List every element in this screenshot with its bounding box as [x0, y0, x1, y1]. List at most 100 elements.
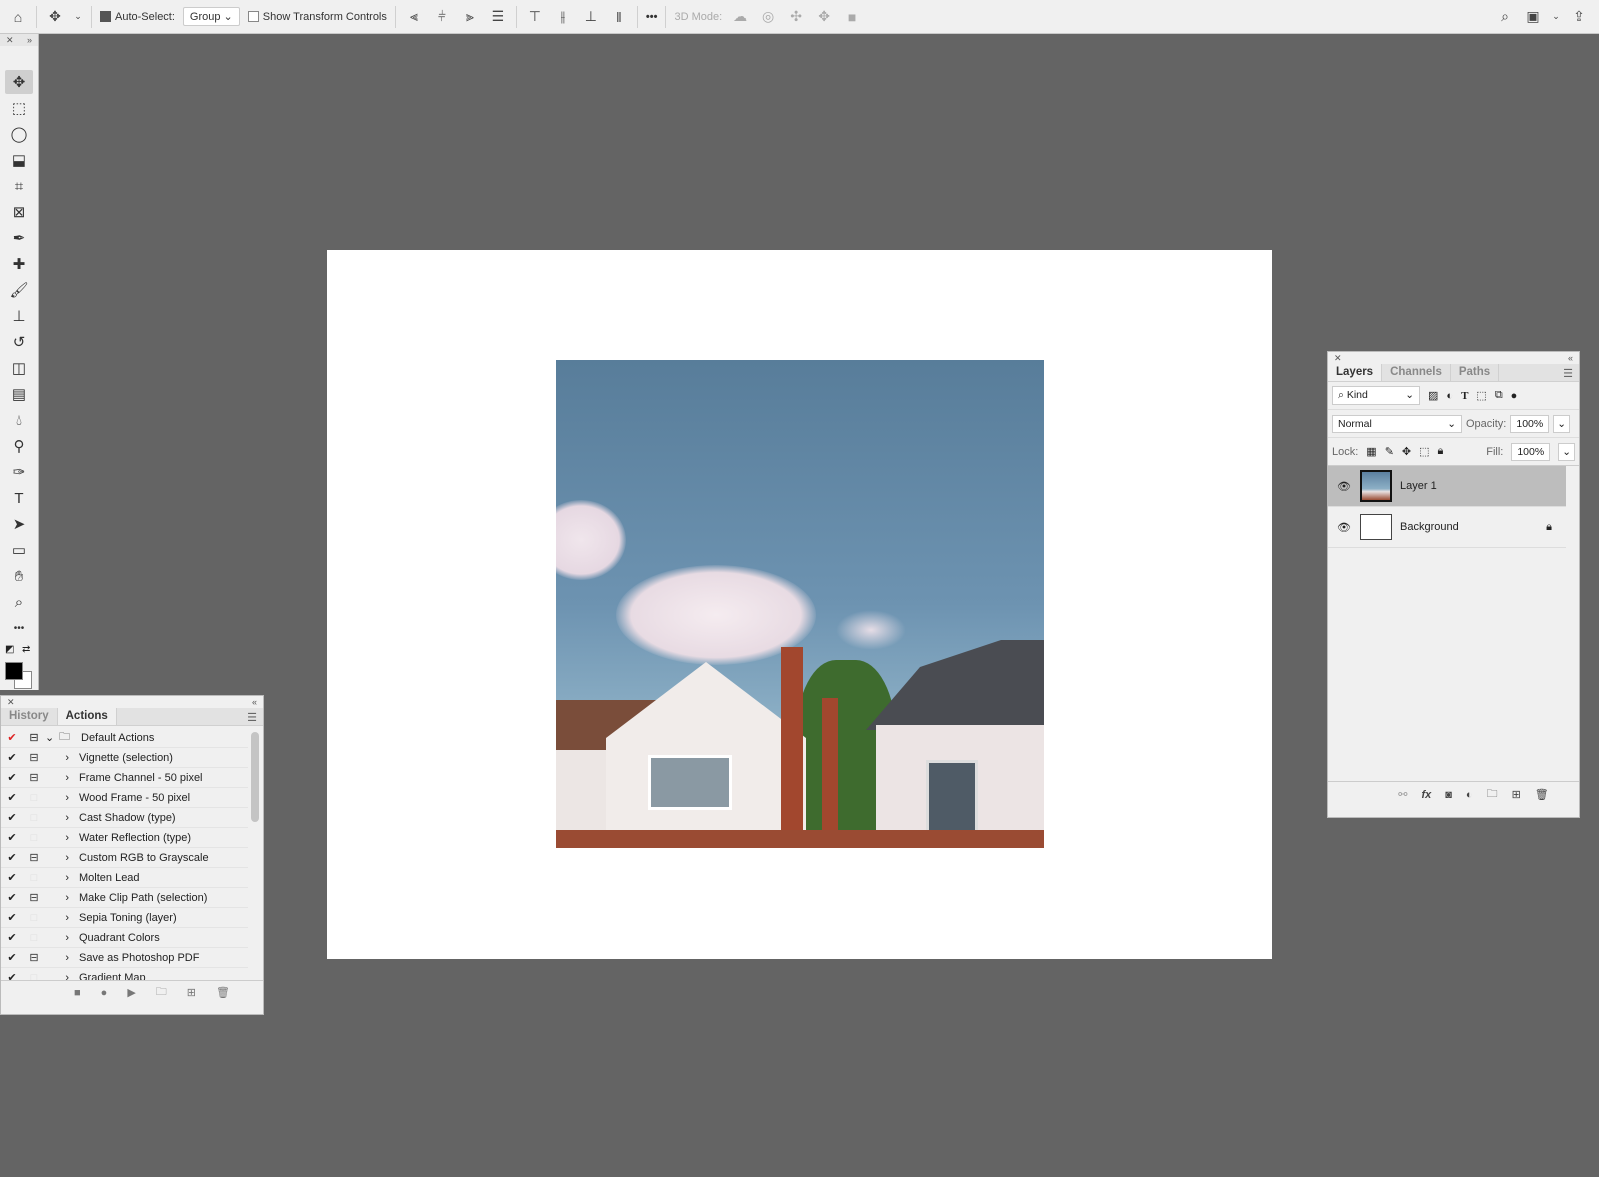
lock-brush-icon[interactable]: ✎ — [1385, 445, 1394, 458]
check-icon[interactable]: ✔ — [1, 931, 23, 944]
action-item[interactable]: ✔ ⊟ › Vignette (selection) — [1, 748, 248, 768]
opacity-input[interactable]: 100% — [1510, 414, 1550, 433]
check-icon[interactable]: ✔ — [1, 911, 23, 924]
chevron-right-icon[interactable]: › — [45, 932, 79, 944]
tab-channels[interactable]: Channels — [1382, 364, 1451, 381]
object-selection-tool-icon[interactable]: ⬓ — [5, 148, 33, 172]
close-icon[interactable]: ✕ — [1334, 352, 1342, 364]
crop-tool-icon[interactable]: ⌗ — [5, 174, 33, 198]
dialog-toggle-icon[interactable]: ⊟ — [23, 771, 45, 784]
tab-actions[interactable]: Actions — [57, 708, 117, 725]
collapse-icon[interactable]: « — [1568, 352, 1573, 364]
chevron-right-icon[interactable]: › — [45, 752, 79, 764]
lasso-tool-icon[interactable]: ◯ — [5, 122, 33, 146]
action-item[interactable]: ✔ ⊟ › Make Clip Path (selection) — [1, 888, 248, 908]
filter-type-icon[interactable]: T — [1461, 390, 1468, 402]
show-transform-checkbox[interactable]: Show Transform Controls — [247, 11, 387, 23]
chevron-right-icon[interactable]: › — [45, 852, 79, 864]
chevron-right-icon[interactable]: › — [45, 952, 79, 964]
auto-select-dropdown[interactable]: Group ⌄ — [182, 7, 240, 26]
chevron-right-icon[interactable]: › — [45, 812, 79, 824]
chevron-down-icon[interactable]: ⌄ — [73, 7, 83, 27]
lock-all-icon[interactable]: 🔒︎ — [1438, 445, 1444, 458]
auto-select-checkbox[interactable]: Auto-Select: — [100, 11, 175, 23]
distribute-vertical-icon[interactable]: ‖ — [609, 7, 629, 27]
filter-pixel-icon[interactable]: ▨ — [1428, 389, 1438, 402]
type-tool-icon[interactable]: T — [5, 486, 33, 510]
distribute-icon[interactable]: ☰ — [488, 7, 508, 27]
pen-tool-icon[interactable]: ✑ — [5, 460, 33, 484]
eraser-tool-icon[interactable]: ◫ — [5, 356, 33, 380]
lock-artboard-icon[interactable]: ⬚ — [1419, 445, 1429, 458]
align-center-icon[interactable]: ⫩ — [432, 7, 452, 27]
scrollbar[interactable] — [251, 732, 259, 822]
frame-tool-icon[interactable]: ⊠ — [5, 200, 33, 224]
chevron-down-icon[interactable]: ⌄ — [1558, 442, 1575, 461]
share-icon[interactable]: ⇪ — [1569, 7, 1589, 27]
align-top-icon[interactable]: ⊤ — [525, 7, 545, 27]
new-layer-icon[interactable]: ⊞ — [1512, 788, 1521, 801]
check-icon[interactable]: ✔ — [1, 811, 23, 824]
dialog-toggle-icon[interactable]: □ — [23, 812, 45, 824]
lock-transparent-icon[interactable]: ▦ — [1366, 445, 1376, 458]
chevron-right-icon[interactable]: › — [45, 872, 79, 884]
close-icon[interactable]: ✕ — [6, 34, 14, 46]
check-icon[interactable]: ✔ — [1, 831, 23, 844]
chevron-down-icon[interactable]: ⌄ — [45, 731, 59, 744]
check-icon[interactable]: ✔ — [1, 871, 23, 884]
chevron-right-icon[interactable]: › — [45, 772, 79, 784]
dialog-toggle-icon[interactable]: ⊟ — [23, 951, 45, 964]
zoom-tool-icon[interactable]: ⌕ — [5, 590, 33, 614]
new-set-icon[interactable]: 🗀︎ — [156, 983, 167, 1002]
dialog-toggle-icon[interactable]: ⊟ — [23, 851, 45, 864]
eyedropper-tool-icon[interactable]: ✒ — [5, 226, 33, 250]
dialog-toggle-icon[interactable]: □ — [23, 872, 45, 884]
check-icon[interactable]: ✔ — [1, 731, 23, 744]
workspace-icon[interactable]: ▣ — [1523, 7, 1543, 27]
action-item[interactable]: ✔ □ › Quadrant Colors — [1, 928, 248, 948]
more-tool-icon[interactable]: ••• — [5, 616, 33, 640]
action-item[interactable]: ✔ □ › Cast Shadow (type) — [1, 808, 248, 828]
chevron-right-icon[interactable]: › — [45, 912, 79, 924]
check-icon[interactable]: ✔ — [1, 771, 23, 784]
blend-mode-dropdown[interactable]: Normal ⌄ — [1332, 414, 1462, 433]
new-group-icon[interactable]: 🗀︎ — [1487, 785, 1498, 804]
expand-icon[interactable]: » — [27, 34, 32, 46]
trash-icon[interactable]: 🗑︎ — [1535, 788, 1549, 801]
panel-menu-icon[interactable]: ☰ — [247, 711, 257, 724]
eye-icon[interactable]: 👁︎ — [1328, 480, 1360, 493]
clone-stamp-tool-icon[interactable]: ⊥ — [5, 304, 33, 328]
close-icon[interactable]: ✕ — [7, 696, 15, 708]
dialog-toggle-icon[interactable]: □ — [23, 792, 45, 804]
action-item[interactable]: ✔ □ › Molten Lead — [1, 868, 248, 888]
check-icon[interactable]: ✔ — [1, 891, 23, 904]
new-action-icon[interactable]: ⊞ — [187, 986, 196, 999]
dialog-toggle-icon[interactable]: □ — [23, 912, 45, 924]
action-item[interactable]: ✔ ⊟ › Save as Photoshop PDF — [1, 948, 248, 968]
action-item[interactable]: ✔ ⊟ › Frame Channel - 50 pixel — [1, 768, 248, 788]
filter-adjustment-icon[interactable]: ◐ — [1446, 390, 1453, 402]
link-layers-icon[interactable]: ⚯ — [1398, 788, 1407, 801]
check-icon[interactable]: ✔ — [1, 791, 23, 804]
chevron-right-icon[interactable]: › — [45, 832, 79, 844]
chevron-down-icon[interactable]: ⌄ — [1553, 414, 1571, 433]
panel-menu-icon[interactable]: ☰ — [1563, 367, 1573, 380]
home-icon[interactable]: ⌂ — [8, 7, 28, 27]
action-item[interactable]: ✔ □ › Wood Frame - 50 pixel — [1, 788, 248, 808]
more-options-button[interactable]: ••• — [646, 11, 658, 23]
action-item[interactable]: ✔ □ › Water Reflection (type) — [1, 828, 248, 848]
adjustment-layer-icon[interactable]: ◐ — [1466, 789, 1473, 801]
dodge-tool-icon[interactable]: ⚲ — [5, 434, 33, 458]
add-mask-icon[interactable]: ◙ — [1445, 789, 1452, 801]
filter-smart-object-icon[interactable]: ⧉ — [1495, 389, 1503, 402]
dialog-toggle-icon[interactable]: ⊟ — [23, 751, 45, 764]
fill-input[interactable]: 100% — [1511, 442, 1551, 461]
dialog-toggle-icon[interactable]: □ — [23, 832, 45, 844]
action-item[interactable]: ✔ ⊟ › Custom RGB to Grayscale — [1, 848, 248, 868]
lock-position-icon[interactable]: ✥ — [1402, 445, 1411, 458]
blur-tool-icon[interactable]: 💧︎ — [5, 408, 33, 432]
chevron-right-icon[interactable]: › — [45, 892, 79, 904]
filter-shape-icon[interactable]: ⬚ — [1476, 389, 1486, 402]
align-right-icon[interactable]: ⫸ — [460, 7, 480, 27]
layer-row-background[interactable]: 👁︎ Background 🔒︎ — [1328, 507, 1566, 548]
